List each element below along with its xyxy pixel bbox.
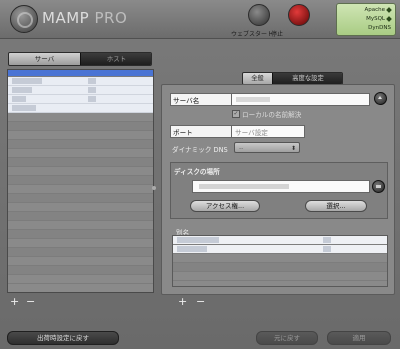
disk-path-field[interactable] xyxy=(192,180,370,193)
tab-hosts[interactable]: ホスト xyxy=(80,53,151,65)
port-label: ポート xyxy=(173,129,193,137)
list-item[interactable] xyxy=(8,212,153,221)
dyndns-label: ダイナミック DNS xyxy=(172,146,228,154)
status-indicator-icon xyxy=(386,15,392,22)
local-resolve-label: ローカルの名前解決 xyxy=(242,111,302,119)
status-dyndns: DynDNS xyxy=(368,25,391,31)
list-item[interactable] xyxy=(8,230,153,239)
stop-label: 停止 xyxy=(271,31,284,38)
mamp-window: MAMP PRO ウェブスタート 停止 Apache MySQL DynDNS … xyxy=(0,0,400,349)
hosts-list[interactable] xyxy=(7,69,154,293)
list-item[interactable] xyxy=(8,185,153,194)
reset-defaults-button[interactable]: 出荷時設定に戻す xyxy=(7,331,119,345)
server-name-field[interactable] xyxy=(231,93,370,106)
list-item[interactable] xyxy=(8,113,153,122)
app-title: MAMP PRO xyxy=(42,9,128,27)
alias-list[interactable] xyxy=(172,235,388,287)
list-item[interactable] xyxy=(8,221,153,230)
add-host-button[interactable]: + xyxy=(10,295,19,308)
folder-icon[interactable] xyxy=(372,180,385,193)
status-mysql: MySQL xyxy=(366,15,392,22)
list-item[interactable] xyxy=(173,263,387,272)
server-status-panel: Apache MySQL DynDNS xyxy=(336,3,396,36)
list-item[interactable] xyxy=(8,257,153,266)
host-row[interactable] xyxy=(8,95,153,104)
alias-row[interactable] xyxy=(173,245,387,254)
list-item[interactable] xyxy=(8,140,153,149)
port-value: サーバ設定 xyxy=(235,129,268,137)
tab-advanced[interactable]: 高度な設定 xyxy=(272,73,342,84)
status-apache: Apache xyxy=(364,6,392,13)
host-row[interactable] xyxy=(8,104,153,113)
list-item[interactable] xyxy=(8,176,153,185)
revert-button[interactable]: 元に戻す xyxy=(256,331,318,345)
home-icon[interactable] xyxy=(374,92,387,105)
list-item[interactable] xyxy=(173,254,387,263)
access-rights-button[interactable]: アクセス権... xyxy=(190,200,260,212)
list-item[interactable] xyxy=(8,266,153,275)
webstart-icon xyxy=(248,4,270,26)
list-item[interactable] xyxy=(173,272,387,281)
stop-icon xyxy=(288,4,310,26)
list-item[interactable] xyxy=(8,239,153,248)
tab-general[interactable]: 全般 xyxy=(243,73,272,84)
split-handle[interactable] xyxy=(152,186,156,190)
alias-row[interactable] xyxy=(173,236,387,245)
server-name-label: サーバ名 xyxy=(173,97,200,105)
list-item[interactable] xyxy=(8,131,153,140)
disk-location-label: ディスクの場所 xyxy=(174,168,220,176)
list-item[interactable] xyxy=(8,248,153,257)
left-tab-bar: サーバ ホスト xyxy=(8,52,152,66)
dyndns-select[interactable]: -- ⬍ xyxy=(234,142,300,153)
list-item[interactable] xyxy=(8,122,153,131)
toolbar: MAMP PRO ウェブスタート 停止 Apache MySQL DynDNS xyxy=(0,0,400,39)
add-alias-button[interactable]: + xyxy=(178,295,187,308)
choose-folder-button[interactable]: 選択... xyxy=(305,200,367,212)
stop-button[interactable]: 停止 xyxy=(271,4,327,38)
list-item[interactable] xyxy=(8,275,153,284)
list-item[interactable] xyxy=(8,194,153,203)
local-resolve-checkbox[interactable]: ✓ xyxy=(232,110,240,118)
list-item[interactable] xyxy=(8,158,153,167)
updown-arrow-icon: ⬍ xyxy=(290,145,296,152)
host-row[interactable] xyxy=(8,77,153,86)
webstart-label: ウェブスタート xyxy=(231,31,274,38)
list-item[interactable] xyxy=(8,203,153,212)
remove-alias-button[interactable]: − xyxy=(196,295,205,308)
apply-button[interactable]: 適用 xyxy=(327,331,391,345)
remove-host-button[interactable]: − xyxy=(26,295,35,308)
mamp-logo-icon xyxy=(10,5,38,33)
list-item[interactable] xyxy=(8,167,153,176)
tab-server[interactable]: サーバ xyxy=(9,53,80,65)
host-row[interactable] xyxy=(8,86,153,95)
list-header-row xyxy=(8,70,153,77)
status-indicator-icon xyxy=(386,6,392,13)
list-item[interactable] xyxy=(8,149,153,158)
